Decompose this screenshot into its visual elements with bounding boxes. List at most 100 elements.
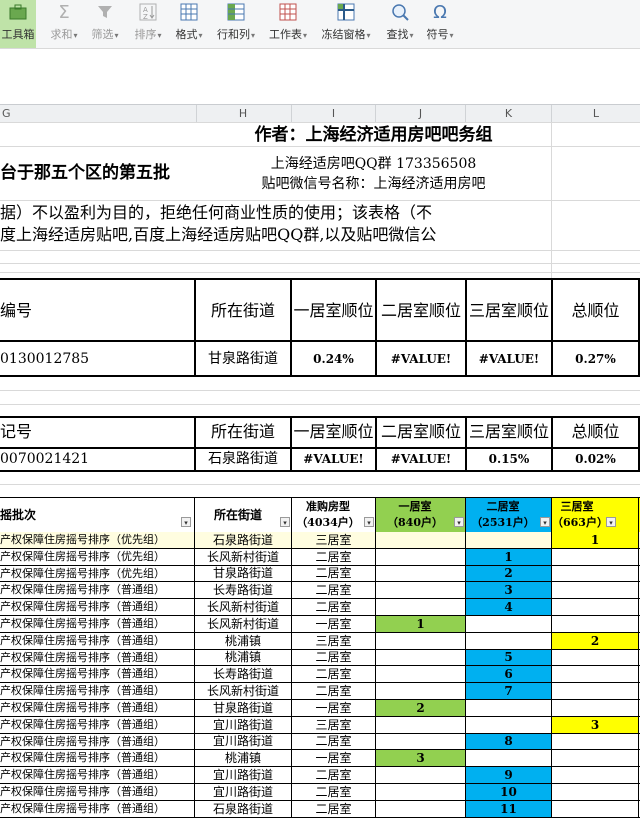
box1-header-id: 编号 xyxy=(0,301,33,320)
table-row[interactable]: 产权保障住房摇号排序（普通组） 宜川路街道 二居室 10 xyxy=(0,784,640,801)
row-type: 二居室 xyxy=(315,650,352,664)
row-type: 二居室 xyxy=(315,684,352,698)
row-r1 xyxy=(376,549,465,565)
table-row[interactable]: 产权保障住房摇号排序（普通组） 桃浦镇 一居室 3 xyxy=(0,750,640,767)
filter-button[interactable]: 筛选▾ xyxy=(88,2,122,46)
row-type: 二居室 xyxy=(315,802,352,816)
row-r3 xyxy=(552,650,638,665)
sum-button[interactable]: Σ 求和▾ xyxy=(48,2,80,46)
find-button[interactable]: 查找▾ xyxy=(382,2,418,46)
filter-label: 筛选▾ xyxy=(91,28,119,41)
row-street: 石泉路街道 xyxy=(212,802,273,816)
filter-dropdown-r2[interactable]: ▾ xyxy=(540,517,550,527)
table-header-r2-1: 二居室 xyxy=(486,500,520,513)
column-header-g[interactable]: G xyxy=(0,105,197,122)
box1-header-r2: 二居室顺位 xyxy=(380,301,461,320)
sheet-button[interactable]: 工作表▾ xyxy=(266,2,310,46)
column-header-i[interactable]: I xyxy=(292,105,376,122)
row-r1 xyxy=(376,801,465,817)
row-type: 三居室 xyxy=(315,533,352,547)
row-batch: 产权保障住房摇号排序（优先组） xyxy=(0,567,165,580)
filter-dropdown-street[interactable]: ▾ xyxy=(280,517,290,527)
row-r1 xyxy=(376,582,465,598)
table-row[interactable]: 产权保障住房摇号排序（优先组） 石泉路街道 三居室 1 xyxy=(0,532,640,549)
row-street: 长风新村街道 xyxy=(206,600,279,614)
box2-total-value: 0.02% xyxy=(575,452,616,466)
row-street: 宜川路街道 xyxy=(212,768,273,782)
format-icon xyxy=(178,2,200,22)
row-batch: 产权保障住房摇号排序（普通组） xyxy=(0,701,165,714)
box2-header-r3: 三居室顺位 xyxy=(468,422,549,441)
row-r2: 11 xyxy=(466,801,551,817)
sum-icon: Σ xyxy=(58,1,70,23)
row-type: 二居室 xyxy=(315,785,352,799)
row-col-button[interactable]: 行和列▾ xyxy=(214,2,258,46)
row-r1 xyxy=(376,734,465,749)
box1-header-r1: 一居室顺位 xyxy=(293,301,374,320)
table-row[interactable]: 产权保障住房摇号排序（普通组） 长风新村街道 二居室 4 xyxy=(0,599,640,616)
row-batch: 产权保障住房摇号排序（普通组） xyxy=(0,718,165,731)
table-row[interactable]: 产权保障住房摇号排序（普通组） 宜川路街道 二居室 9 xyxy=(0,767,640,784)
row-type: 二居室 xyxy=(315,600,352,614)
table-row[interactable]: 产权保障住房摇号排序（优先组） 长风新村街道 二居室 1 xyxy=(0,549,640,566)
disclaimer-line-1: 据）不以盈利为目的，拒绝任何商业性质的使用；该表格（不 xyxy=(0,203,433,222)
table-header-r3-1: 三居室 xyxy=(560,500,594,513)
filter-dropdown-r1[interactable]: ▾ xyxy=(454,517,464,527)
row-batch: 产权保障住房摇号排序（普通组） xyxy=(0,802,165,815)
table-row[interactable]: 产权保障住房摇号排序（优先组） 甘泉路街道 二居室 2 xyxy=(0,566,640,582)
column-headers: G H I J K L xyxy=(0,104,640,123)
table-row[interactable]: 产权保障住房摇号排序（普通组） 石泉路街道 二居室 11 xyxy=(0,801,640,818)
symbol-button[interactable]: Ω 符号▾ xyxy=(422,2,458,46)
row-r2: 3 xyxy=(466,582,551,598)
row-r2: 6 xyxy=(466,666,551,682)
symbol-label: 符号▾ xyxy=(426,28,454,41)
row-r1 xyxy=(376,683,465,699)
column-header-k[interactable]: K xyxy=(466,105,552,122)
row-type: 二居室 xyxy=(315,734,352,748)
freeze-panes-button[interactable]: 冻结窗格▾ xyxy=(318,2,374,46)
box1-header-street: 所在街道 xyxy=(210,301,275,320)
filter-dropdown-type[interactable]: ▾ xyxy=(364,517,374,527)
table-row[interactable]: 产权保障住房摇号排序（普通组） 桃浦镇 二居室 5 xyxy=(0,650,640,666)
table-row[interactable]: 产权保障住房摇号排序（普通组） 桃浦镇 三居室 2 xyxy=(0,633,640,650)
row-r2: 9 xyxy=(466,767,551,783)
box1-header-r3: 三居室顺位 xyxy=(468,301,549,320)
row-street: 长风新村街道 xyxy=(206,684,279,698)
filter-dropdown-batch[interactable]: ▾ xyxy=(181,517,191,527)
row-r3: 2 xyxy=(552,633,638,649)
column-header-h[interactable]: H xyxy=(195,105,292,122)
toolbox-button[interactable]: 工具箱 xyxy=(0,2,36,46)
row-r2: 8 xyxy=(466,734,551,749)
row-r3: 1 xyxy=(552,532,638,548)
sort-button[interactable]: AZ 排序▾ xyxy=(130,2,166,46)
row-r2: 4 xyxy=(466,599,551,615)
find-label: 查找▾ xyxy=(386,28,414,41)
table-row[interactable]: 产权保障住房摇号排序（普通组） 长风新村街道 一居室 1 xyxy=(0,616,640,633)
column-header-l[interactable]: L xyxy=(552,105,640,122)
row-r3 xyxy=(552,549,638,565)
freeze-icon xyxy=(335,2,357,22)
table-row[interactable]: 产权保障住房摇号排序（普通组） 长寿路街道 二居室 3 xyxy=(0,582,640,599)
row-r2: 2 xyxy=(466,566,551,581)
row-street: 甘泉路街道 xyxy=(212,566,273,580)
table-row[interactable]: 产权保障住房摇号排序（普通组） 宜川路街道 三居室 3 xyxy=(0,717,640,734)
row-street: 桃浦镇 xyxy=(224,751,261,765)
box2-header-r2: 二居室顺位 xyxy=(380,422,461,441)
table-row[interactable]: 产权保障住房摇号排序（普通组） 甘泉路街道 一居室 2 xyxy=(0,700,640,717)
table-row[interactable]: 产权保障住房摇号排序（普通组） 长风新村街道 二居室 7 xyxy=(0,683,640,700)
table-header-r3-2: （663户） xyxy=(552,516,602,529)
toolbox-icon xyxy=(7,2,29,22)
box1-r1-value: 0.24% xyxy=(313,352,354,366)
format-button[interactable]: 格式▾ xyxy=(172,2,206,46)
row-r1 xyxy=(376,717,465,733)
sort-label: 排序▾ xyxy=(134,28,162,41)
box1-header-total: 总顺位 xyxy=(571,301,620,320)
table-row[interactable]: 产权保障住房摇号排序（普通组） 宜川路街道 二居室 8 xyxy=(0,734,640,750)
box2-r2-value: #VALUE! xyxy=(390,452,452,466)
row-batch: 产权保障住房摇号排序（优先组） xyxy=(0,550,165,563)
row-type: 二居室 xyxy=(315,768,352,782)
table-row[interactable]: 产权保障住房摇号排序（普通组） 长寿路街道 二居室 6 xyxy=(0,666,640,683)
filter-dropdown-r3[interactable]: ▾ xyxy=(606,517,616,527)
column-header-j[interactable]: J xyxy=(376,105,466,122)
row-r3 xyxy=(552,683,638,699)
